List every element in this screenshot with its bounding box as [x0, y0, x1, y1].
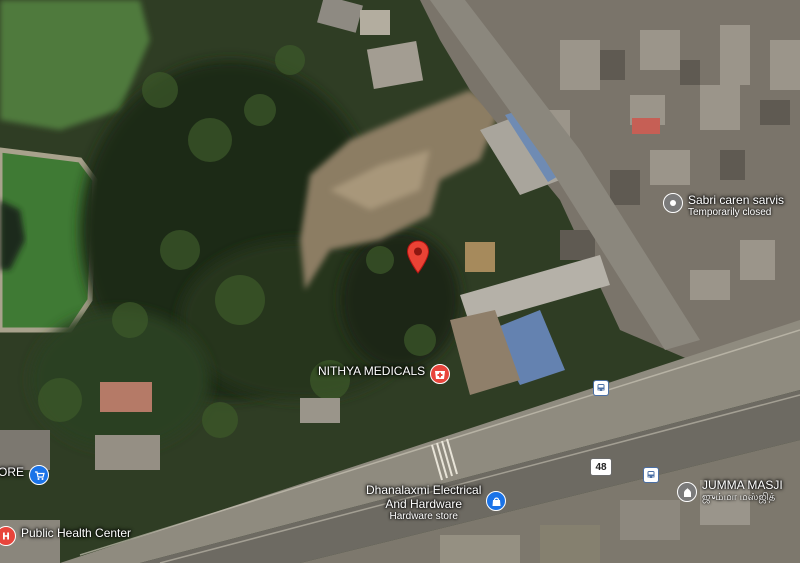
poi-name: Public Health Center	[21, 526, 132, 540]
shopping-bag-icon	[486, 491, 507, 511]
route-number: 48	[595, 461, 607, 473]
poi-dhanalaxmi-electrical[interactable]: Dhanalaxmi Electrical And Hardware Hardw…	[366, 483, 507, 523]
bus-stop-icon[interactable]	[593, 380, 609, 396]
poi-category: Hardware store	[389, 511, 458, 522]
pharmacy-icon	[430, 364, 451, 384]
location-pin-icon	[406, 240, 430, 274]
poi-sabri-caren-sarvis[interactable]: Sabri caren sarvis Temporarily closed	[663, 193, 784, 219]
poi-public-health-center[interactable]: Public Health Center	[0, 526, 131, 546]
poi-name-line1: Dhanalaxmi Electrical	[366, 483, 482, 497]
generic-place-icon	[663, 193, 683, 213]
poi-jumma-masjid[interactable]: JUMMA MASJI ஜும்மா மஸ்ஜித்	[677, 478, 783, 504]
poi-name: ORE	[0, 465, 25, 479]
poi-name-line2: And Hardware	[385, 497, 463, 511]
bus-stop-icon[interactable]	[643, 467, 659, 483]
selected-location-pin[interactable]	[406, 240, 430, 279]
satellite-map[interactable]: NITHYA MEDICALS Sabri caren sarvis Tempo…	[0, 0, 800, 563]
mosque-icon	[677, 482, 697, 502]
poi-nithya-medicals[interactable]: NITHYA MEDICALS	[318, 364, 451, 384]
hospital-icon	[0, 526, 16, 546]
poi-store[interactable]: ORE	[0, 465, 50, 485]
poi-name: Sabri caren sarvis	[688, 193, 785, 207]
route-48-shield[interactable]: 48	[590, 458, 612, 476]
shopping-cart-icon	[29, 465, 50, 485]
poi-status: Temporarily closed	[688, 207, 772, 218]
poi-name: NITHYA MEDICALS	[318, 364, 426, 378]
poi-local-name: ஜும்மா மஸ்ஜித்	[702, 492, 776, 503]
poi-name: JUMMA MASJI	[702, 478, 783, 492]
